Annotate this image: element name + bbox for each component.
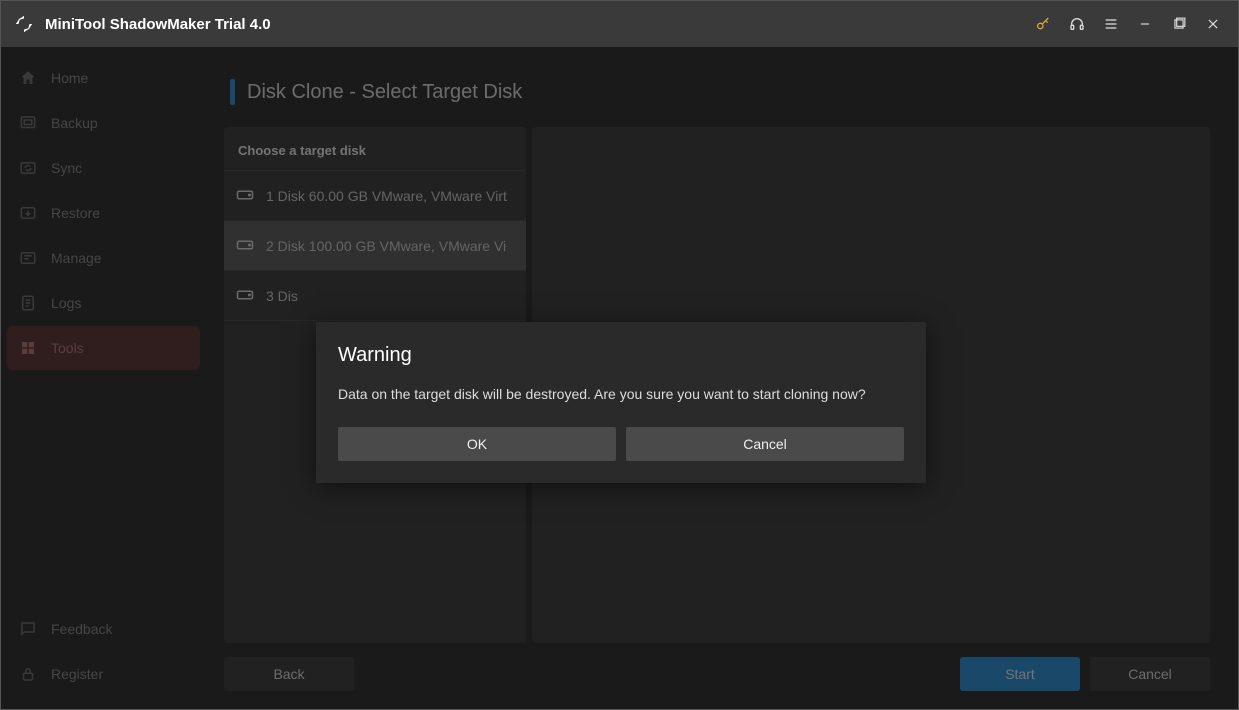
window-maximize-icon[interactable] — [1162, 7, 1196, 41]
window-title: MiniTool ShadowMaker Trial 4.0 — [45, 16, 271, 33]
modal-cancel-button[interactable]: Cancel — [626, 427, 904, 461]
activate-key-icon[interactable] — [1026, 7, 1060, 41]
hamburger-menu-icon[interactable] — [1094, 7, 1128, 41]
support-headphones-icon[interactable] — [1060, 7, 1094, 41]
titlebar: MiniTool ShadowMaker Trial 4.0 — [1, 1, 1238, 47]
app-window: MiniTool ShadowMaker Trial 4.0 — [0, 0, 1239, 710]
app-logo-icon — [13, 13, 35, 35]
modal-text: Data on the target disk will be destroye… — [338, 385, 904, 405]
warning-modal: Warning Data on the target disk will be … — [316, 322, 926, 483]
modal-title: Warning — [338, 344, 904, 367]
window-close-icon[interactable] — [1196, 7, 1230, 41]
modal-ok-button[interactable]: OK — [338, 427, 616, 461]
window-minimize-icon[interactable] — [1128, 7, 1162, 41]
